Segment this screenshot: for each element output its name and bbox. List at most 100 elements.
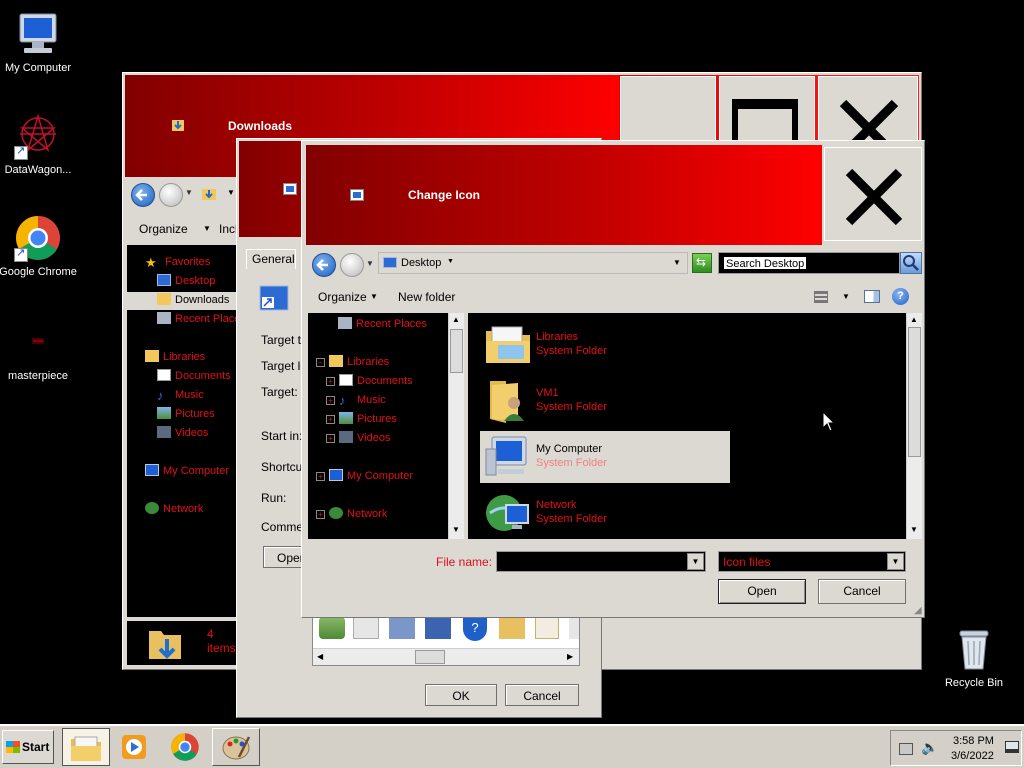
resize-grip-icon[interactable]: ◢: [914, 605, 922, 616]
hscroll-thumb[interactable]: [415, 650, 445, 664]
notes-icon[interactable]: [535, 617, 559, 639]
breadcrumb-chevron-icon[interactable]: ▼: [447, 258, 454, 265]
list-item[interactable]: VM1 System Folder: [480, 375, 730, 425]
scroll-thumb[interactable]: [908, 327, 921, 457]
tab-general[interactable]: General: [246, 249, 296, 269]
search-button[interactable]: [900, 252, 922, 274]
desktop-icon-google-chrome[interactable]: Google Chrome: [0, 214, 83, 278]
back-button[interactable]: [131, 183, 155, 207]
expand-icon[interactable]: +: [326, 415, 335, 424]
desktop-icon-recycle-bin[interactable]: Recycle Bin: [929, 625, 1019, 689]
preview-pane-icon[interactable]: [864, 290, 880, 303]
file-type-dropdown-icon[interactable]: ▼: [887, 553, 904, 570]
desktop-icon-masterpiece[interactable]: masterpiece: [0, 318, 83, 382]
nav-pictures[interactable]: Pictures: [157, 407, 215, 420]
organize-menu[interactable]: Organize: [139, 222, 188, 236]
back-button[interactable]: [312, 253, 336, 277]
taskbar-explorer-button[interactable]: [62, 728, 110, 766]
close-button[interactable]: [824, 147, 922, 241]
app-icon[interactable]: [569, 617, 579, 639]
address-bar[interactable]: Desktop ▼ ▼: [378, 252, 688, 274]
nav-libraries[interactable]: − Libraries: [316, 355, 389, 368]
taskbar-paint-button[interactable]: [212, 728, 260, 766]
drive-icon[interactable]: [389, 617, 415, 639]
nav-desktop[interactable]: Desktop: [157, 274, 215, 287]
icon-list-hscrollbar[interactable]: ◀ ▶: [313, 648, 579, 665]
forward-button[interactable]: [340, 253, 364, 277]
recent-pages-chevron-icon[interactable]: ▼: [185, 188, 193, 197]
taskbar-chrome-button[interactable]: [164, 730, 208, 764]
expand-icon[interactable]: +: [316, 510, 325, 519]
desktop-icon-my-computer[interactable]: My Computer: [0, 10, 83, 74]
view-options-icon[interactable]: [814, 291, 828, 303]
file-type-select[interactable]: Icon files ▼: [718, 551, 906, 572]
expand-icon[interactable]: +: [316, 472, 325, 481]
expand-icon[interactable]: +: [326, 396, 335, 405]
cancel-button[interactable]: Cancel: [505, 684, 579, 706]
icon-list[interactable]: ?: [313, 615, 579, 645]
help-shield-icon[interactable]: ?: [463, 617, 487, 641]
nav-videos[interactable]: Videos: [157, 426, 208, 439]
network-tray-icon[interactable]: [899, 743, 913, 755]
address-chevron-icon[interactable]: ▼: [227, 188, 235, 197]
new-folder-button[interactable]: New folder: [398, 290, 455, 304]
organize-chevron-icon[interactable]: ▼: [370, 292, 378, 301]
refresh-button[interactable]: ⇆: [692, 253, 712, 273]
organize-menu[interactable]: Organize: [318, 290, 367, 304]
nav-my-computer[interactable]: My Computer: [145, 464, 229, 477]
nav-pictures[interactable]: + Pictures: [326, 412, 397, 425]
file-name-combobox[interactable]: ▼: [496, 551, 706, 572]
nav-music[interactable]: + ♪ Music: [326, 393, 386, 408]
scroll-left-icon[interactable]: ◀: [317, 652, 323, 661]
nav-scrollbar[interactable]: ▲ ▼: [448, 313, 464, 539]
file-list-scrollbar[interactable]: ▲ ▼: [906, 313, 922, 539]
taskbar-media-player-button[interactable]: [114, 730, 154, 764]
forward-button[interactable]: [159, 183, 183, 207]
nav-music[interactable]: ♪ Music: [157, 388, 204, 403]
expand-icon[interactable]: +: [326, 377, 335, 386]
desktop-icon-datawagon[interactable]: DataWagon...: [0, 112, 83, 176]
nav-recent-places[interactable]: Recent Places: [157, 312, 246, 325]
expand-icon[interactable]: +: [326, 434, 335, 443]
scroll-down-icon[interactable]: ▼: [452, 525, 460, 534]
list-item-selected[interactable]: My Computer System Folder: [480, 431, 730, 483]
show-desktop-icon[interactable]: [1005, 741, 1019, 753]
clock-time[interactable]: 3:58 PM: [953, 735, 994, 747]
nav-downloads[interactable]: Downloads: [157, 293, 229, 306]
file-name-dropdown-icon[interactable]: ▼: [687, 553, 704, 570]
nav-videos[interactable]: + Videos: [326, 431, 390, 444]
recent-pages-chevron-icon[interactable]: ▼: [366, 259, 374, 268]
search-input[interactable]: Search Desktop: [723, 256, 808, 270]
scroll-down-icon[interactable]: ▼: [910, 525, 918, 534]
folder-lock-icon[interactable]: [499, 617, 525, 639]
scroll-right-icon[interactable]: ▶: [567, 652, 573, 661]
list-item[interactable]: Network System Folder: [480, 487, 730, 537]
scroll-up-icon[interactable]: ▲: [910, 315, 918, 324]
nav-recent-places[interactable]: Recent Places: [338, 317, 427, 330]
volume-icon[interactable]: 🔈: [921, 739, 938, 756]
people-icon[interactable]: [319, 617, 345, 639]
nav-favorites[interactable]: ★ Favorites: [145, 255, 210, 270]
ok-button[interactable]: OK: [425, 684, 497, 706]
list-item[interactable]: Libraries System Folder: [480, 319, 730, 369]
organize-chevron-icon[interactable]: ▼: [203, 224, 211, 233]
document-icon[interactable]: [353, 617, 379, 639]
address-dropdown-icon[interactable]: ▼: [673, 258, 681, 267]
help-icon[interactable]: ?: [892, 288, 909, 305]
scroll-up-icon[interactable]: ▲: [452, 315, 460, 324]
cancel-button[interactable]: Cancel: [818, 579, 906, 604]
nav-libraries[interactable]: Libraries: [145, 350, 205, 363]
collapse-icon[interactable]: −: [316, 358, 325, 367]
scroll-thumb[interactable]: [450, 329, 463, 373]
clock-date[interactable]: 3/6/2022: [951, 750, 994, 762]
open-button[interactable]: Open: [718, 579, 806, 604]
nav-documents[interactable]: Documents: [157, 369, 231, 382]
notepad-icon[interactable]: [425, 617, 451, 639]
start-button[interactable]: Start: [2, 730, 54, 764]
nav-my-computer[interactable]: + My Computer: [316, 469, 413, 482]
nav-network[interactable]: + Network: [316, 507, 387, 520]
nav-network[interactable]: Network: [145, 502, 203, 515]
nav-documents[interactable]: + Documents: [326, 374, 413, 387]
view-options-chevron-icon[interactable]: ▼: [842, 292, 850, 301]
search-box[interactable]: Search Desktop: [718, 252, 900, 274]
